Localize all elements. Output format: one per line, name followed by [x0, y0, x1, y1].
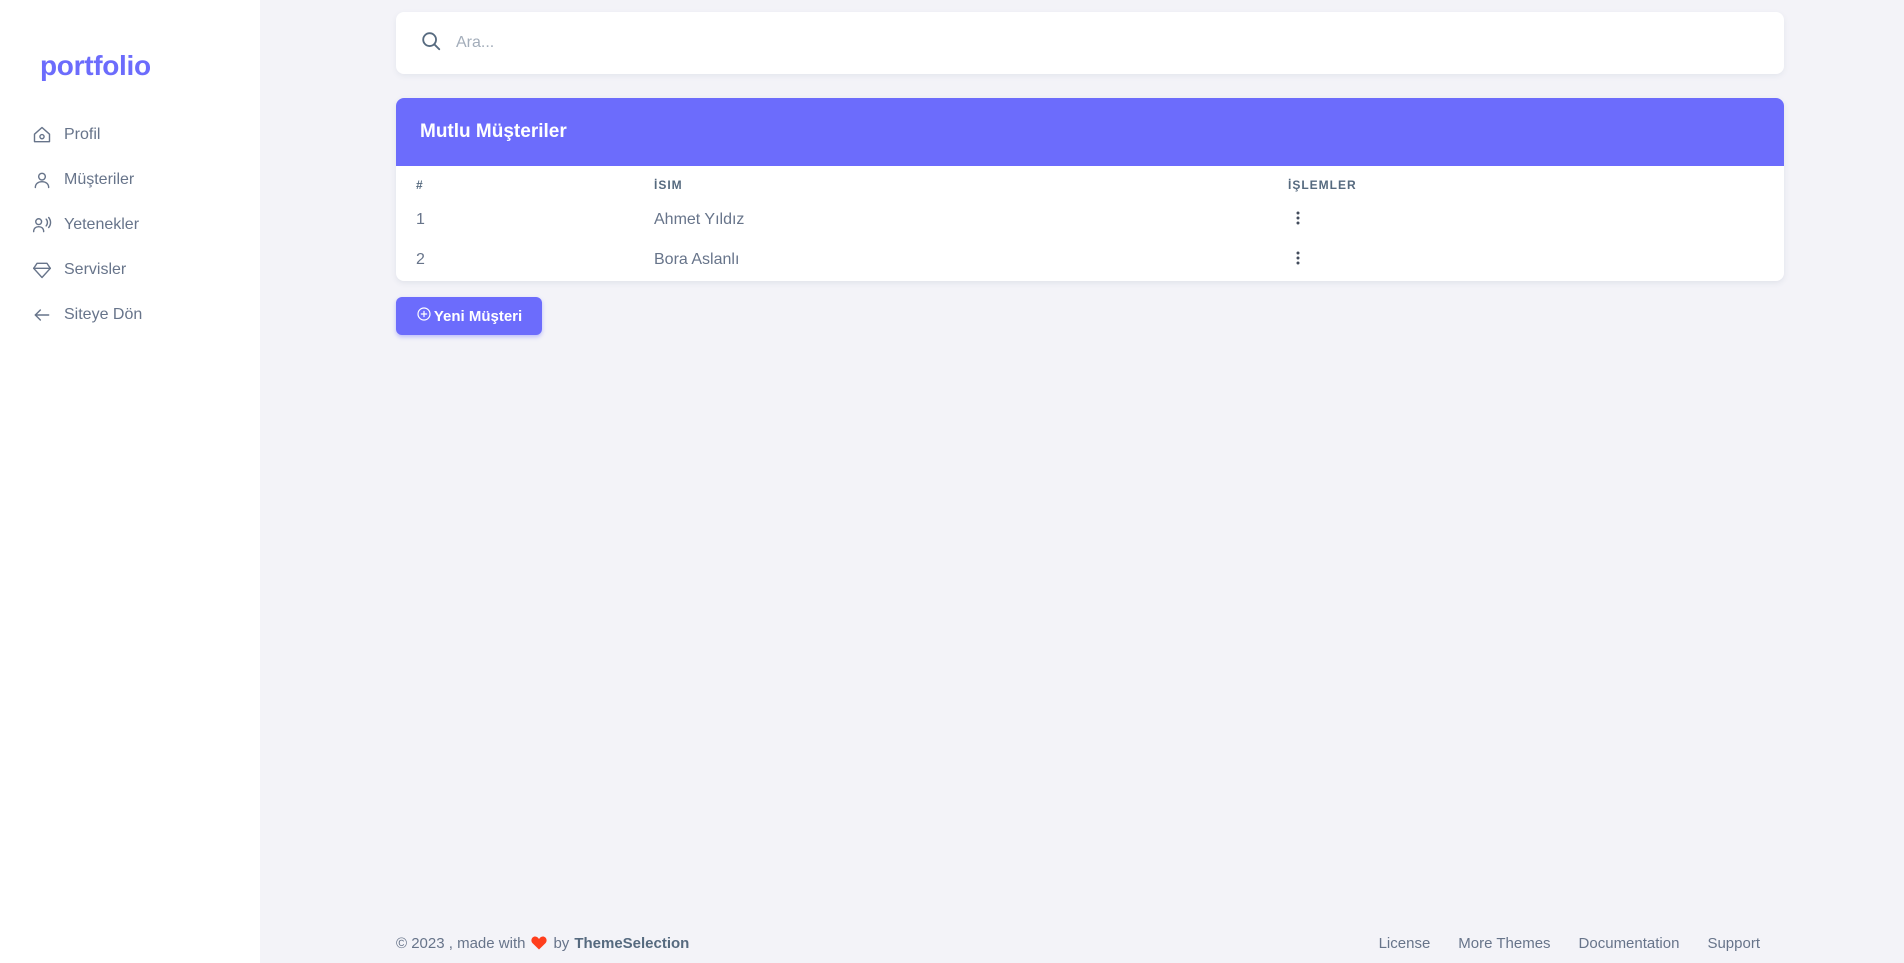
sidebar-item-label: Yetenekler	[64, 215, 140, 233]
footer-link-more-themes[interactable]: More Themes	[1458, 935, 1550, 952]
footer: © 2023 , made with by ThemeSelection Lic…	[396, 932, 1760, 954]
user-icon	[32, 170, 52, 190]
home-icon	[32, 125, 52, 145]
column-header-name: İSIM	[654, 178, 683, 192]
row-name: Bora Aslanlı	[654, 251, 740, 268]
row-name: Ahmet Yıldız	[654, 211, 745, 228]
sidebar-item-label: Profil	[64, 125, 101, 143]
sidebar-menu: Profil Müşteriler Yetenekler Servisler S…	[32, 112, 252, 337]
customers-card: Mutlu Müşteriler # İSIM İŞLEMLER 1 Ahmet…	[396, 98, 1784, 281]
sidebar-item-yetenekler[interactable]: Yetenekler	[32, 202, 252, 247]
search-bar	[396, 12, 1784, 74]
search-icon[interactable]	[420, 30, 442, 57]
column-header-actions: İŞLEMLER	[1288, 178, 1357, 192]
customers-table: # İSIM İŞLEMLER 1 Ahmet Yıldız 2 Bora As…	[396, 166, 1784, 280]
sidebar-item-servisler[interactable]: Servisler	[32, 247, 252, 292]
row-number: 2	[416, 251, 425, 268]
sidebar-item-profil[interactable]: Profil	[32, 112, 252, 157]
card-title: Mutlu Müşteriler	[396, 98, 1784, 166]
row-number: 1	[416, 211, 425, 228]
brand-logo[interactable]: portfolio	[40, 50, 151, 82]
table-header-row: # İSIM İŞLEMLER	[396, 166, 1784, 200]
new-customer-button-label: Yeni Müşteri	[433, 307, 523, 325]
more-vertical-icon[interactable]	[1288, 251, 1308, 265]
table-row: 1 Ahmet Yıldız	[396, 200, 1784, 240]
sidebar-item-musteriler[interactable]: Müşteriler	[32, 157, 252, 202]
sidebar-item-siteye-don[interactable]: Siteye Dön	[32, 292, 252, 337]
sidebar-item-label: Siteye Dön	[64, 305, 143, 323]
sidebar-item-label: Servisler	[64, 260, 127, 278]
row-actions-cell	[1288, 240, 1784, 280]
footer-by: by	[553, 934, 570, 952]
user-voice-icon	[32, 215, 52, 235]
arrow-left-icon	[32, 305, 52, 325]
row-actions-cell	[1288, 200, 1784, 240]
footer-link-license[interactable]: License	[1379, 935, 1431, 952]
search-input[interactable]	[456, 34, 1056, 52]
heart-icon	[531, 936, 548, 950]
new-customer-button[interactable]: Yeni Müşteri	[396, 297, 542, 335]
column-header-number: #	[416, 178, 424, 192]
footer-link-documentation[interactable]: Documentation	[1579, 935, 1680, 952]
footer-author-link[interactable]: ThemeSelection	[574, 935, 689, 952]
footer-links: License More Themes Documentation Suppor…	[1351, 935, 1760, 952]
table-row: 2 Bora Aslanlı	[396, 240, 1784, 280]
diamond-icon	[32, 260, 52, 280]
sidebar: portfolio Profil Müşteriler Yetenekler S…	[0, 0, 260, 963]
sidebar-item-label: Müşteriler	[64, 170, 135, 188]
more-vertical-icon[interactable]	[1288, 211, 1308, 225]
plus-circle-icon	[416, 306, 434, 326]
footer-link-support[interactable]: Support	[1707, 935, 1760, 952]
footer-copyright: © 2023 , made with	[396, 934, 526, 952]
footer-credit: © 2023 , made with by ThemeSelection	[396, 935, 689, 952]
